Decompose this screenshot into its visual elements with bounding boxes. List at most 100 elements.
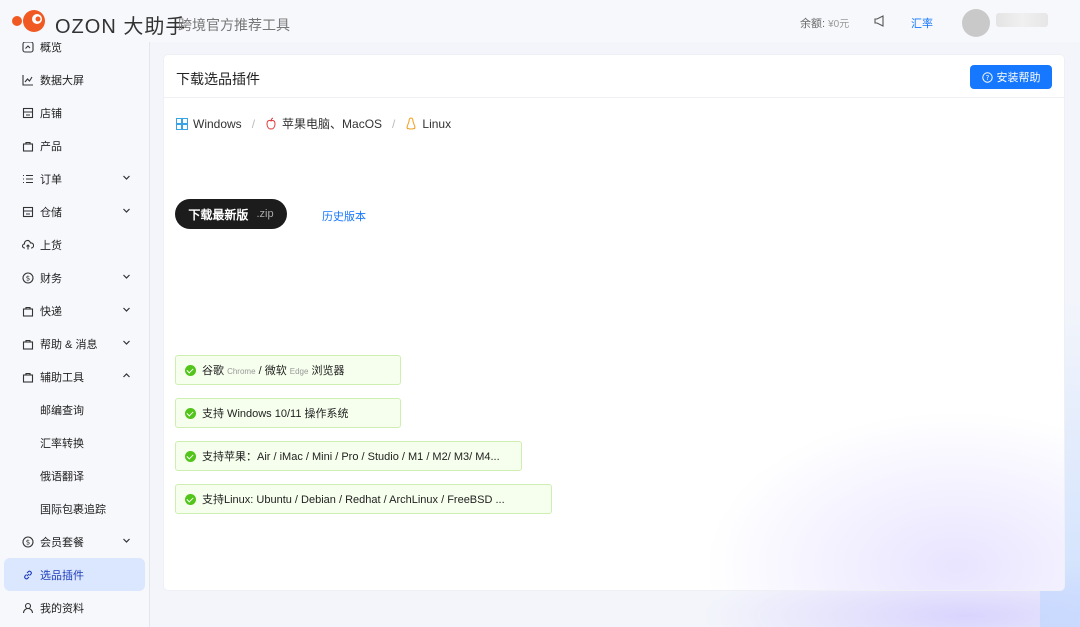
sidebar-subitem-parcel-tracking[interactable]: 国际包裹追踪 [0,492,149,525]
sidebar-item-label: 选品插件 [40,569,84,582]
sidebar-item-label: 仓储 [40,206,62,219]
feature-browser-google: 谷歌 [202,365,224,377]
svg-text:?: ? [985,74,989,82]
line-chart-icon [22,74,33,86]
download-label: 下载最新版 [188,207,249,222]
feature-text: 支持苹果：Air / iMac / Mini / Pro / Studio / … [202,451,500,463]
feature-browser-edge: Edge [289,367,309,376]
feature-mac: 支持苹果：Air / iMac / Mini / Pro / Studio / … [175,441,522,471]
sidebar-item-products[interactable]: 产品 [0,129,149,162]
sidebar-item-label: 产品 [40,140,62,153]
chevron-up-icon [123,373,130,378]
sidebar-item-help[interactable]: 帮助 & 消息 [0,327,149,360]
link-icon [24,570,32,579]
feature-text: 谷歌 Chrome / 微软 Edge 浏览器 [202,362,345,378]
install-help-label: 安装帮助 [996,72,1041,84]
tab-linux[interactable]: Linux [405,117,451,131]
feature-linux: 支持Linux: Ubuntu / Debian / Redhat / Arch… [175,484,552,514]
sidebar: 概览 数据大屏 店铺 产品 订单 仓储 上货 $ 财务 快递 帮助 & 消息 辅… [0,42,150,627]
svg-text:$: $ [26,538,30,546]
tab-separator: / [251,116,256,131]
brand-name: OZON 大助手 [55,16,187,38]
balance-label: 余额: [800,18,826,30]
check-circle-icon [185,407,196,419]
sidebar-item-label: 帮助 & 消息 [40,338,98,351]
sidebar-item-label: 国际包裹追踪 [40,503,106,516]
sidebar-item-label: 财务 [40,272,62,285]
avatar[interactable] [962,9,990,37]
balance: 余额: ¥0元 [800,15,849,31]
sidebar-item-tools[interactable]: 辅助工具 [0,360,149,393]
feature-browser-suffix: 浏览器 [311,365,345,377]
tab-label: 苹果电脑、MacOS [282,117,383,131]
linux-penguin-icon [406,117,416,130]
feature-text: 支持 Windows 10/11 操作系统 [202,408,349,420]
warehouse-icon [22,206,34,217]
main-card: 下载选品插件 ? 安装帮助 Windows / 苹果电脑、MacOS / Lin… [164,55,1064,590]
sidebar-item-store[interactable]: 店铺 [0,96,149,129]
feature-text: 支持Linux: Ubuntu / Debian / Redhat / Arch… [202,494,505,506]
os-tabs: Windows / 苹果电脑、MacOS / Linux [176,115,451,132]
sidebar-item-upload[interactable]: 上货 [0,228,149,261]
svg-text:$: $ [26,274,30,282]
top-bar: OZON 大助手 跨境官方推荐工具 余额: ¥0元 汇率 [0,0,1080,42]
sidebar-item-label: 我的资料 [40,602,84,615]
chevron-down-icon [123,307,130,312]
bag-icon [22,339,34,350]
sidebar-item-warehouse[interactable]: 仓储 [0,195,149,228]
download-latest-button[interactable]: 下载最新版 .zip [175,199,287,229]
store-icon [22,107,34,118]
sidebar-item-label: 概览 [40,42,62,54]
list-icon [23,174,33,183]
install-help-button[interactable]: ? 安装帮助 [970,65,1052,89]
sidebar-item-label: 会员套餐 [40,536,84,549]
chevron-down-icon [123,175,130,180]
user-icon [22,602,34,613]
username-blurred[interactable] [996,13,1048,27]
bag-icon [22,372,34,383]
sidebar-item-profile[interactable]: 我的资料 [0,591,149,624]
gauge-icon [22,42,34,53]
sidebar-item-label: 辅助工具 [40,371,84,384]
apple-icon [266,117,276,130]
feature-browser: 谷歌 Chrome / 微软 Edge 浏览器 [175,355,401,385]
sidebar-item-finance[interactable]: $ 财务 [0,261,149,294]
chevron-down-icon [123,208,130,213]
chevron-down-icon [123,340,130,345]
sidebar-subitem-rate-convert[interactable]: 汇率转换 [0,426,149,459]
sidebar-item-label: 数据大屏 [40,74,84,87]
tab-macos[interactable]: 苹果电脑、MacOS [265,115,382,132]
sidebar-item-orders[interactable]: 订单 [0,162,149,195]
sidebar-subitem-postcode[interactable]: 邮编查询 [0,393,149,426]
dollar-icon: $ [22,271,34,284]
history-versions-link[interactable]: 历史版本 [322,208,366,224]
page-title: 下载选品插件 [176,71,260,87]
feature-browser-chrome: Chrome [227,367,256,376]
tab-label: Linux [422,116,452,131]
question-circle-icon: ? [981,71,993,83]
sidebar-item-express[interactable]: 快递 [0,294,149,327]
tab-separator: / [392,116,396,131]
sidebar-item-plugin[interactable]: 选品插件 [4,558,145,591]
sidebar-item-label: 店铺 [40,107,62,120]
sidebar-item-membership[interactable]: $ 会员套餐 [0,525,149,558]
check-circle-icon [185,493,196,505]
sidebar-item-dashboard[interactable]: 数据大屏 [0,63,149,96]
sidebar-item-overview[interactable]: 概览 [0,42,149,63]
sidebar-item-label: 快递 [40,305,62,318]
chevron-down-icon [123,538,130,543]
sidebar-item-label: 上货 [40,239,62,252]
sidebar-item-label: 汇率转换 [40,437,84,450]
sidebar-subitem-russian-translate[interactable]: 俄语翻译 [0,459,149,492]
sidebar-item-label: 订单 [40,173,62,186]
main-header: 下载选品插件 ? 安装帮助 [164,55,1064,98]
chevron-down-icon [123,274,130,279]
sidebar-item-label: 邮编查询 [40,404,84,417]
check-circle-icon [185,364,196,376]
exchange-rate-link[interactable]: 汇率 [911,15,933,31]
megaphone-icon[interactable] [873,14,887,28]
dollar-icon: $ [22,535,34,548]
feature-browser-microsoft: / 微软 [258,365,287,377]
tab-windows[interactable]: Windows [176,117,242,131]
brand-subtitle: 跨境官方推荐工具 [178,17,290,33]
